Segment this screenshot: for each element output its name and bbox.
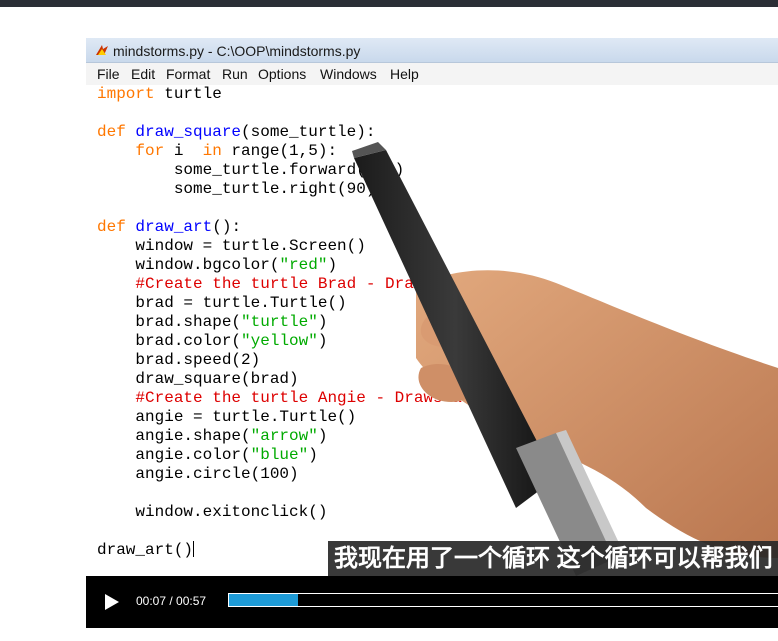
code-token: range(1,5): [221, 142, 338, 160]
code-line: brad = turtle.Turtle() [97, 294, 347, 312]
code-token: window.bgcolor( [97, 256, 280, 274]
menubar: File Edit Format Run Options Windows Hel… [86, 63, 778, 86]
code-line: window = turtle.Screen() [97, 237, 366, 255]
code-token: "yellow" [241, 332, 318, 350]
code-line: brad.speed(2) [97, 351, 261, 369]
code-line: import turtle [97, 85, 222, 104]
code-token: for [135, 142, 165, 160]
code-token: "turtle" [241, 313, 318, 331]
menu-format[interactable]: Format [166, 66, 210, 82]
player-controls: 00:07 / 00:57 [86, 576, 778, 628]
time-display: 00:07 / 00:57 [136, 594, 207, 608]
progress-fill [229, 594, 298, 606]
code-line: brad.color("yellow") [97, 332, 327, 351]
code-token: "red" [279, 256, 328, 274]
code-line: brad.shape("turtle") [97, 313, 327, 332]
code-token: i [164, 142, 203, 160]
code-token: brad.shape( [97, 313, 242, 331]
code-token: (some_turtle): [241, 123, 376, 141]
menu-windows[interactable]: Windows [320, 66, 377, 82]
code-line: draw_art() [97, 541, 195, 560]
code-token: ) [317, 427, 328, 445]
code-line: some_turtle.right(90) [97, 180, 376, 198]
code-comment: #Create the turtle Brad - Draws a sqaure [97, 275, 520, 293]
idle-window-titlebar: mindstorms.py - C:\OOP\mindstorms.py [86, 38, 778, 63]
code-token: ) [308, 446, 318, 464]
code-line: angie.shape("arrow") [97, 427, 327, 446]
menu-options[interactable]: Options [258, 66, 306, 82]
code-token: def [97, 123, 126, 141]
play-icon[interactable] [100, 591, 122, 613]
progress-bar[interactable] [228, 593, 778, 607]
code-line: some_turtle.forward(100) [97, 161, 405, 179]
code-line: def draw_square(some_turtle): [97, 123, 375, 142]
code-token: angie.color( [97, 446, 251, 464]
code-comment: #Create the turtle Angie - Draws a circl… [97, 389, 530, 407]
menu-run[interactable]: Run [222, 66, 248, 82]
code-line: window.bgcolor("red") [97, 256, 337, 275]
code-token: in [202, 142, 222, 160]
code-token: "blue" [250, 446, 309, 464]
code-token: draw_art [125, 218, 213, 236]
text-cursor [193, 541, 195, 557]
python-feather-icon [96, 45, 108, 55]
video-frame[interactable]: mindstorms.py - C:\OOP\mindstorms.py Fil… [86, 38, 778, 576]
code-token: angie.shape( [97, 427, 251, 445]
browser-top-strip [0, 0, 778, 7]
menu-file[interactable]: File [97, 66, 120, 82]
code-line: def draw_art(): [97, 218, 241, 237]
code-token: ) [317, 313, 328, 331]
code-line: angie.color("blue") [97, 446, 318, 465]
code-token: import [97, 85, 155, 103]
video-player[interactable]: mindstorms.py - C:\OOP\mindstorms.py Fil… [86, 38, 778, 628]
code-line: angie.circle(100) [97, 465, 299, 483]
window-title: mindstorms.py - C:\OOP\mindstorms.py [113, 43, 361, 59]
menu-edit[interactable]: Edit [131, 66, 155, 82]
code-token: ) [327, 256, 338, 274]
menu-help[interactable]: Help [390, 66, 419, 82]
code-token: brad.color( [97, 332, 242, 350]
code-token: (): [212, 218, 242, 236]
code-token: turtle [154, 85, 222, 103]
subtitle-caption: 我现在用了一个循环 这个循环可以帮我们 [328, 541, 778, 576]
code-token: def [97, 218, 126, 236]
code-line: angie = turtle.Turtle() [97, 408, 357, 426]
code-line: window.exitonclick() [97, 503, 328, 521]
code-token: ) [317, 332, 328, 350]
code-line: draw_square(brad) [97, 370, 299, 388]
code-line: for i in range(1,5): [97, 142, 337, 161]
code-token: draw_art() [97, 541, 194, 559]
code-token: draw_square [125, 123, 242, 141]
code-editor[interactable]: import turtle def draw_square(some_turtl… [86, 85, 778, 576]
code-token: "arrow" [250, 427, 318, 445]
